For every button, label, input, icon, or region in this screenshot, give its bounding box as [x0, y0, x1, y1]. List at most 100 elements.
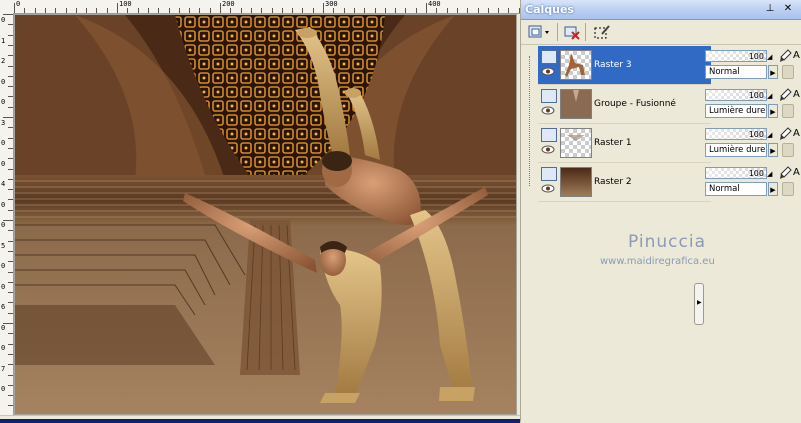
- ruler-tick: [168, 8, 170, 13]
- blend-mode-select[interactable]: Lumière dure: [705, 143, 767, 157]
- ruler-tick: [147, 8, 149, 13]
- lock-icon[interactable]: [782, 65, 794, 79]
- opacity-arrow-icon[interactable]: ◢: [767, 130, 773, 140]
- layer-thumbnail: [560, 89, 592, 119]
- canvas-frame: [14, 14, 517, 415]
- palette-splitter-handle[interactable]: ▶: [694, 283, 704, 325]
- opacity-arrow-icon[interactable]: ◢: [767, 169, 773, 179]
- ruler-tick: [8, 395, 13, 397]
- ruler-tick: [8, 343, 13, 345]
- eye-icon[interactable]: [541, 145, 555, 154]
- layer-type-icon[interactable]: [541, 89, 557, 103]
- opacity-slider[interactable]: 100: [705, 128, 767, 140]
- ruler-tick: [24, 8, 26, 13]
- new-layer-button[interactable]: [525, 22, 555, 42]
- ruler-tick: [436, 8, 438, 13]
- layer-type-icon[interactable]: [541, 128, 557, 142]
- vertical-ruler[interactable]: 0 1 2 0 0 3 0 0 4 0 0 5 0 0 6 0 0 7 0: [0, 13, 14, 415]
- opacity-arrow-icon[interactable]: ◢: [767, 91, 773, 101]
- layer-row-raster-3[interactable]: Raster 3: [538, 46, 711, 85]
- ruler-tick: [8, 158, 13, 160]
- ruler-tick: [8, 271, 13, 273]
- ruler-label: 0: [1, 77, 6, 86]
- ruler-tick: [8, 86, 13, 88]
- opacity-slider[interactable]: 100: [705, 89, 767, 101]
- lock-icon[interactable]: [782, 104, 794, 118]
- delete-layer-button[interactable]: [561, 22, 583, 42]
- blend-mode-dropdown-button[interactable]: ▶: [768, 143, 778, 157]
- edit-selection-button[interactable]: [591, 22, 613, 42]
- ruler-tick: [189, 8, 191, 13]
- layer-name: Raster 1: [594, 138, 632, 148]
- blend-mode-dropdown-button[interactable]: ▶: [768, 104, 778, 118]
- ruler-tick: [353, 8, 355, 13]
- brush-icon[interactable]: [778, 49, 792, 63]
- blend-mode-dropdown-button[interactable]: ▶: [768, 65, 778, 79]
- layer-props-raster-3: 100 ◢ Normal ▶ A: [704, 46, 801, 84]
- pin-icon[interactable]: ⊥: [764, 3, 776, 15]
- artwork-image: [15, 15, 516, 414]
- ruler-tick: [34, 8, 36, 13]
- ruler-tick: [292, 8, 294, 13]
- layer-type-icon[interactable]: [541, 167, 557, 181]
- ruler-tick: [8, 199, 13, 201]
- ruler-label: 0: [1, 262, 6, 270]
- ruler-tick: [384, 8, 386, 13]
- ruler-tick: [456, 8, 458, 13]
- opacity-slider[interactable]: 100: [705, 167, 767, 179]
- layers-palette: Calques ⊥ ✕ Raster 3 Groupe - Fusionné R…: [520, 0, 801, 422]
- opacity-slider[interactable]: 100: [705, 50, 767, 62]
- ruler-label: 0: [1, 16, 6, 24]
- ruler-tick: [487, 8, 489, 13]
- layer-props-raster-2: 100 ◢ Normal ▶ A: [704, 163, 801, 201]
- layers-toolbar: [521, 20, 801, 45]
- layers-palette-titlebar[interactable]: Calques ⊥ ✕: [521, 0, 801, 20]
- ruler-tick: [137, 8, 139, 13]
- ruler-tick: [8, 168, 13, 170]
- watermark: Pinuccia www.maidiregrafica.eu: [530, 232, 800, 272]
- horizontal-ruler[interactable]: 0100200300400500: [0, 0, 520, 14]
- ruler-tick: [8, 147, 13, 149]
- ruler-tick: [8, 261, 13, 263]
- blend-mode-dropdown-button[interactable]: ▶: [768, 182, 778, 196]
- lock-icon[interactable]: [782, 143, 794, 157]
- ruler-tick: [209, 8, 211, 13]
- ruler-tick: [415, 8, 417, 13]
- layer-row-raster-1[interactable]: Raster 1: [538, 124, 711, 163]
- opacity-arrow-icon[interactable]: ◢: [767, 52, 773, 62]
- layer-name: Raster 3: [594, 60, 632, 70]
- close-icon[interactable]: ✕: [782, 3, 794, 15]
- ruler-tick: [240, 8, 242, 13]
- layer-props-groupe-fusionne: 100 ◢ Lumière dure ▶ A: [704, 85, 801, 123]
- blend-mode-select[interactable]: Normal: [705, 182, 767, 196]
- ruler-tick: [8, 44, 13, 46]
- ruler-tick: [8, 127, 13, 129]
- ruler-tick: [8, 312, 13, 314]
- brush-icon[interactable]: [778, 88, 792, 102]
- eye-icon[interactable]: [541, 106, 555, 115]
- ruler-tick: [8, 292, 13, 294]
- ruler-tick: [106, 8, 108, 13]
- layer-type-icon[interactable]: [541, 50, 557, 64]
- brush-icon[interactable]: [778, 166, 792, 180]
- image-canvas[interactable]: [15, 15, 516, 414]
- ruler-tick: [8, 34, 13, 36]
- selection-icon: [594, 25, 610, 39]
- layer-row-groupe-fusionne[interactable]: Groupe - Fusionné: [538, 85, 711, 124]
- ruler-tick: [8, 302, 13, 304]
- ruler-tick: [3, 14, 13, 15]
- ruler-tick: [261, 8, 263, 13]
- ruler-tick: [75, 8, 77, 13]
- ruler-label: 0: [1, 385, 6, 393]
- eye-icon[interactable]: [541, 184, 555, 193]
- eye-icon[interactable]: [541, 67, 555, 76]
- ruler-label: 7: [1, 364, 6, 373]
- ruler-tick: [250, 8, 252, 13]
- lock-icon[interactable]: [782, 182, 794, 196]
- brush-icon[interactable]: [778, 127, 792, 141]
- blend-mode-select[interactable]: Lumière dure: [705, 104, 767, 118]
- ruler-tick: [302, 8, 304, 13]
- ruler-label: 4: [1, 180, 6, 188]
- layer-row-raster-2[interactable]: Raster 2: [538, 163, 711, 202]
- blend-mode-select[interactable]: Normal: [705, 65, 767, 79]
